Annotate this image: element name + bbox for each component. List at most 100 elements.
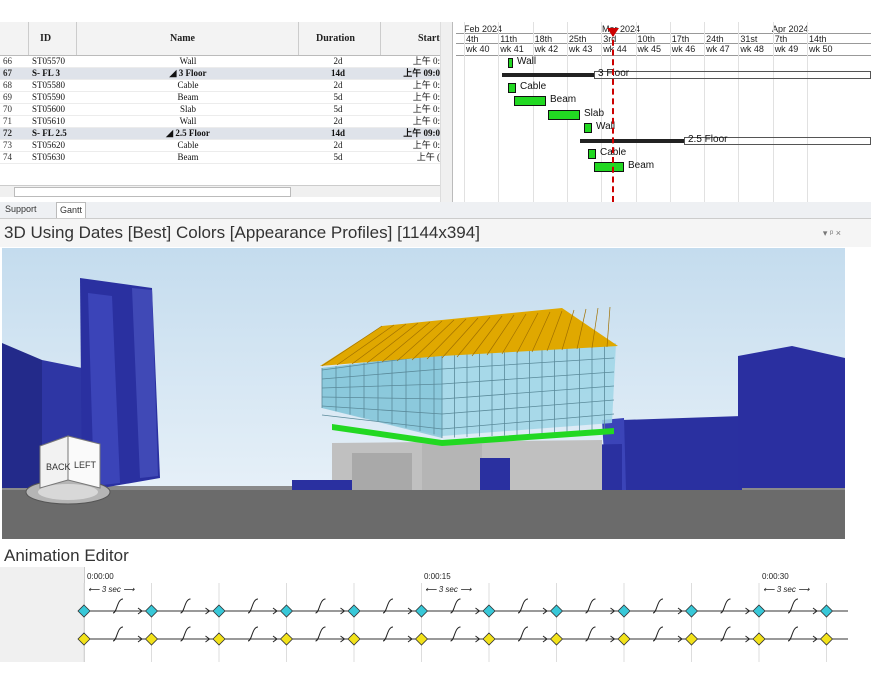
table-row[interactable]: 73 ST05620 Cable 2d 上午 0:	[0, 140, 450, 152]
header-duration[interactable]: Duration	[316, 33, 355, 44]
task-start: 上午 0:	[412, 56, 440, 66]
gantt-bar-label: Cable	[520, 81, 547, 92]
task-start: 上午 0:	[412, 104, 440, 114]
table-row[interactable]: 67 S- FL 3 ◢ 3 Floor 14d 上午 09:0	[0, 68, 450, 80]
table-row[interactable]: 69 ST05590 Beam 5d 上午 0:	[0, 92, 450, 104]
header-id[interactable]: ID	[40, 33, 51, 44]
tab-support[interactable]: Support	[2, 202, 40, 217]
keyframe-diamond[interactable]	[77, 604, 91, 618]
keyframe-diamond[interactable]	[482, 604, 496, 618]
gantt-task-bar[interactable]	[594, 162, 624, 172]
task-name: Beam	[177, 152, 199, 162]
keyframe-diamond[interactable]	[144, 604, 159, 618]
keyframe-diamond[interactable]	[752, 632, 766, 646]
today-marker[interactable]	[612, 30, 614, 202]
keyframe-diamond[interactable]	[617, 632, 631, 646]
gantt-summary-bar[interactable]	[580, 139, 684, 143]
view-title: 3D Using Dates [Best] Colors [Appearance…	[4, 223, 480, 242]
table-row[interactable]: 72 S- FL 2.5 ◢ 2.5 Floor 14d 上午 09:0	[0, 128, 450, 140]
animation-timeline[interactable]: 0:00:00 0:00:15 0:00:30 ⟵ 3 sec ⟶ ⟵ 3 se…	[0, 567, 848, 662]
task-id: ST05610	[32, 116, 66, 126]
view-window-controls[interactable]: ▾ ᵖ ×	[823, 228, 841, 239]
gantt-chart[interactable]: Feb 2024 Mar 2024 Apr 2024 4th wk 40 11th wk 4…	[456, 22, 871, 202]
gantt-task-bar[interactable]	[588, 149, 596, 159]
cube-face-left[interactable]: LEFT	[74, 460, 97, 470]
gantt-week-label: wk 44	[603, 44, 627, 54]
row-number: 70	[3, 104, 12, 114]
task-start: 上午 (	[416, 152, 440, 162]
animation-editor-title: Animation Editor	[4, 546, 129, 565]
keyframe-diamond[interactable]	[414, 604, 429, 618]
keyframe-diamond[interactable]	[752, 604, 766, 618]
task-duration: 5d	[333, 152, 343, 162]
table-row[interactable]: 71 ST05610 Wall 2d 上午 0:	[0, 116, 450, 128]
keyframe-diamond[interactable]	[279, 632, 294, 646]
gantt-task-bar[interactable]	[548, 110, 580, 120]
keyframe-tracks[interactable]	[0, 567, 848, 662]
gantt-summary-bar[interactable]	[502, 73, 594, 77]
grid-vertical-scrollbar[interactable]	[440, 22, 452, 202]
keyframe-diamond[interactable]	[77, 632, 91, 646]
gantt-gridline	[807, 22, 808, 202]
keyframe-diamond[interactable]	[212, 632, 226, 646]
gantt-gridline	[498, 22, 500, 202]
cube-face-back[interactable]: BACK	[46, 462, 71, 472]
gantt-task-bar[interactable]	[508, 83, 516, 93]
task-duration: 5d	[333, 92, 343, 102]
gantt-week-label: wk 43	[568, 44, 593, 54]
task-duration: 2d	[333, 80, 343, 90]
gantt-task-bar[interactable]	[514, 96, 546, 106]
row-number: 67	[3, 68, 12, 78]
row-number: 66	[3, 56, 12, 66]
task-duration: 2d	[333, 116, 343, 126]
grid-header: ID Name Duration Start	[0, 22, 452, 56]
3d-viewport[interactable]: BACK LEFT	[2, 248, 845, 539]
task-id: ST05620	[32, 140, 66, 150]
keyframe-diamond[interactable]	[347, 632, 361, 646]
grid-horizontal-scrollbar[interactable]	[0, 185, 440, 197]
today-marker-handle[interactable]	[607, 28, 619, 37]
gantt-bar-label: Beam	[550, 94, 577, 105]
task-grid[interactable]: ID Name Duration Start 66 ST05570 Wall 2d 上午…	[0, 22, 453, 202]
gantt-task-bar[interactable]	[584, 123, 592, 133]
keyframe-diamond[interactable]	[414, 632, 429, 646]
gantt-gridline	[532, 22, 534, 202]
tab-gantt[interactable]: Gantt	[56, 202, 87, 218]
gantt-week-label: wk 42	[534, 44, 559, 54]
header-name[interactable]: Name	[170, 33, 195, 44]
task-duration: 2d	[333, 56, 343, 66]
keyframe-diamond[interactable]	[819, 604, 834, 618]
header-start[interactable]: Start	[418, 33, 440, 44]
table-row[interactable]: 74 ST05630 Beam 5d 上午 (	[0, 152, 450, 164]
task-start: 上午 09:0	[403, 68, 440, 78]
building-podium	[292, 440, 602, 490]
keyframe-diamond[interactable]	[684, 632, 699, 646]
gantt-gridline	[635, 22, 637, 202]
table-row[interactable]: 68 ST05580 Cable 2d 上午 0:	[0, 80, 450, 92]
keyframe-diamond[interactable]	[279, 604, 294, 618]
gantt-task-bar[interactable]	[508, 58, 513, 68]
task-duration: 2d	[333, 140, 343, 150]
animation-editor-title-bar: Animation Editor	[0, 540, 871, 566]
keyframe-diamond[interactable]	[617, 604, 631, 618]
keyframe-diamond[interactable]	[549, 604, 564, 618]
keyframe-diamond[interactable]	[144, 632, 159, 646]
table-row[interactable]: 66 ST05570 Wall 2d 上午 0:	[0, 56, 450, 68]
task-id: S- FL 2.5	[32, 128, 67, 138]
task-name: Cable	[177, 140, 199, 150]
gantt-gridline	[704, 22, 706, 202]
task-id: ST05630	[32, 152, 66, 162]
gantt-bar-label: Beam	[628, 160, 655, 171]
3d-scene: BACK LEFT	[2, 248, 845, 539]
keyframe-diamond[interactable]	[684, 604, 699, 618]
task-start: 上午 0:	[412, 140, 440, 150]
keyframe-diamond[interactable]	[212, 604, 226, 618]
gantt-bar-label: Wall	[517, 56, 537, 67]
keyframe-diamond[interactable]	[819, 632, 834, 646]
keyframe-diamond[interactable]	[549, 632, 564, 646]
table-row[interactable]: 70 ST05600 Slab 5d 上午 0:	[0, 104, 450, 116]
keyframe-diamond[interactable]	[482, 632, 496, 646]
keyframe-diamond[interactable]	[347, 604, 361, 618]
task-name: ◢ 2.5 Floor	[166, 128, 210, 138]
task-name: Beam	[177, 92, 199, 102]
